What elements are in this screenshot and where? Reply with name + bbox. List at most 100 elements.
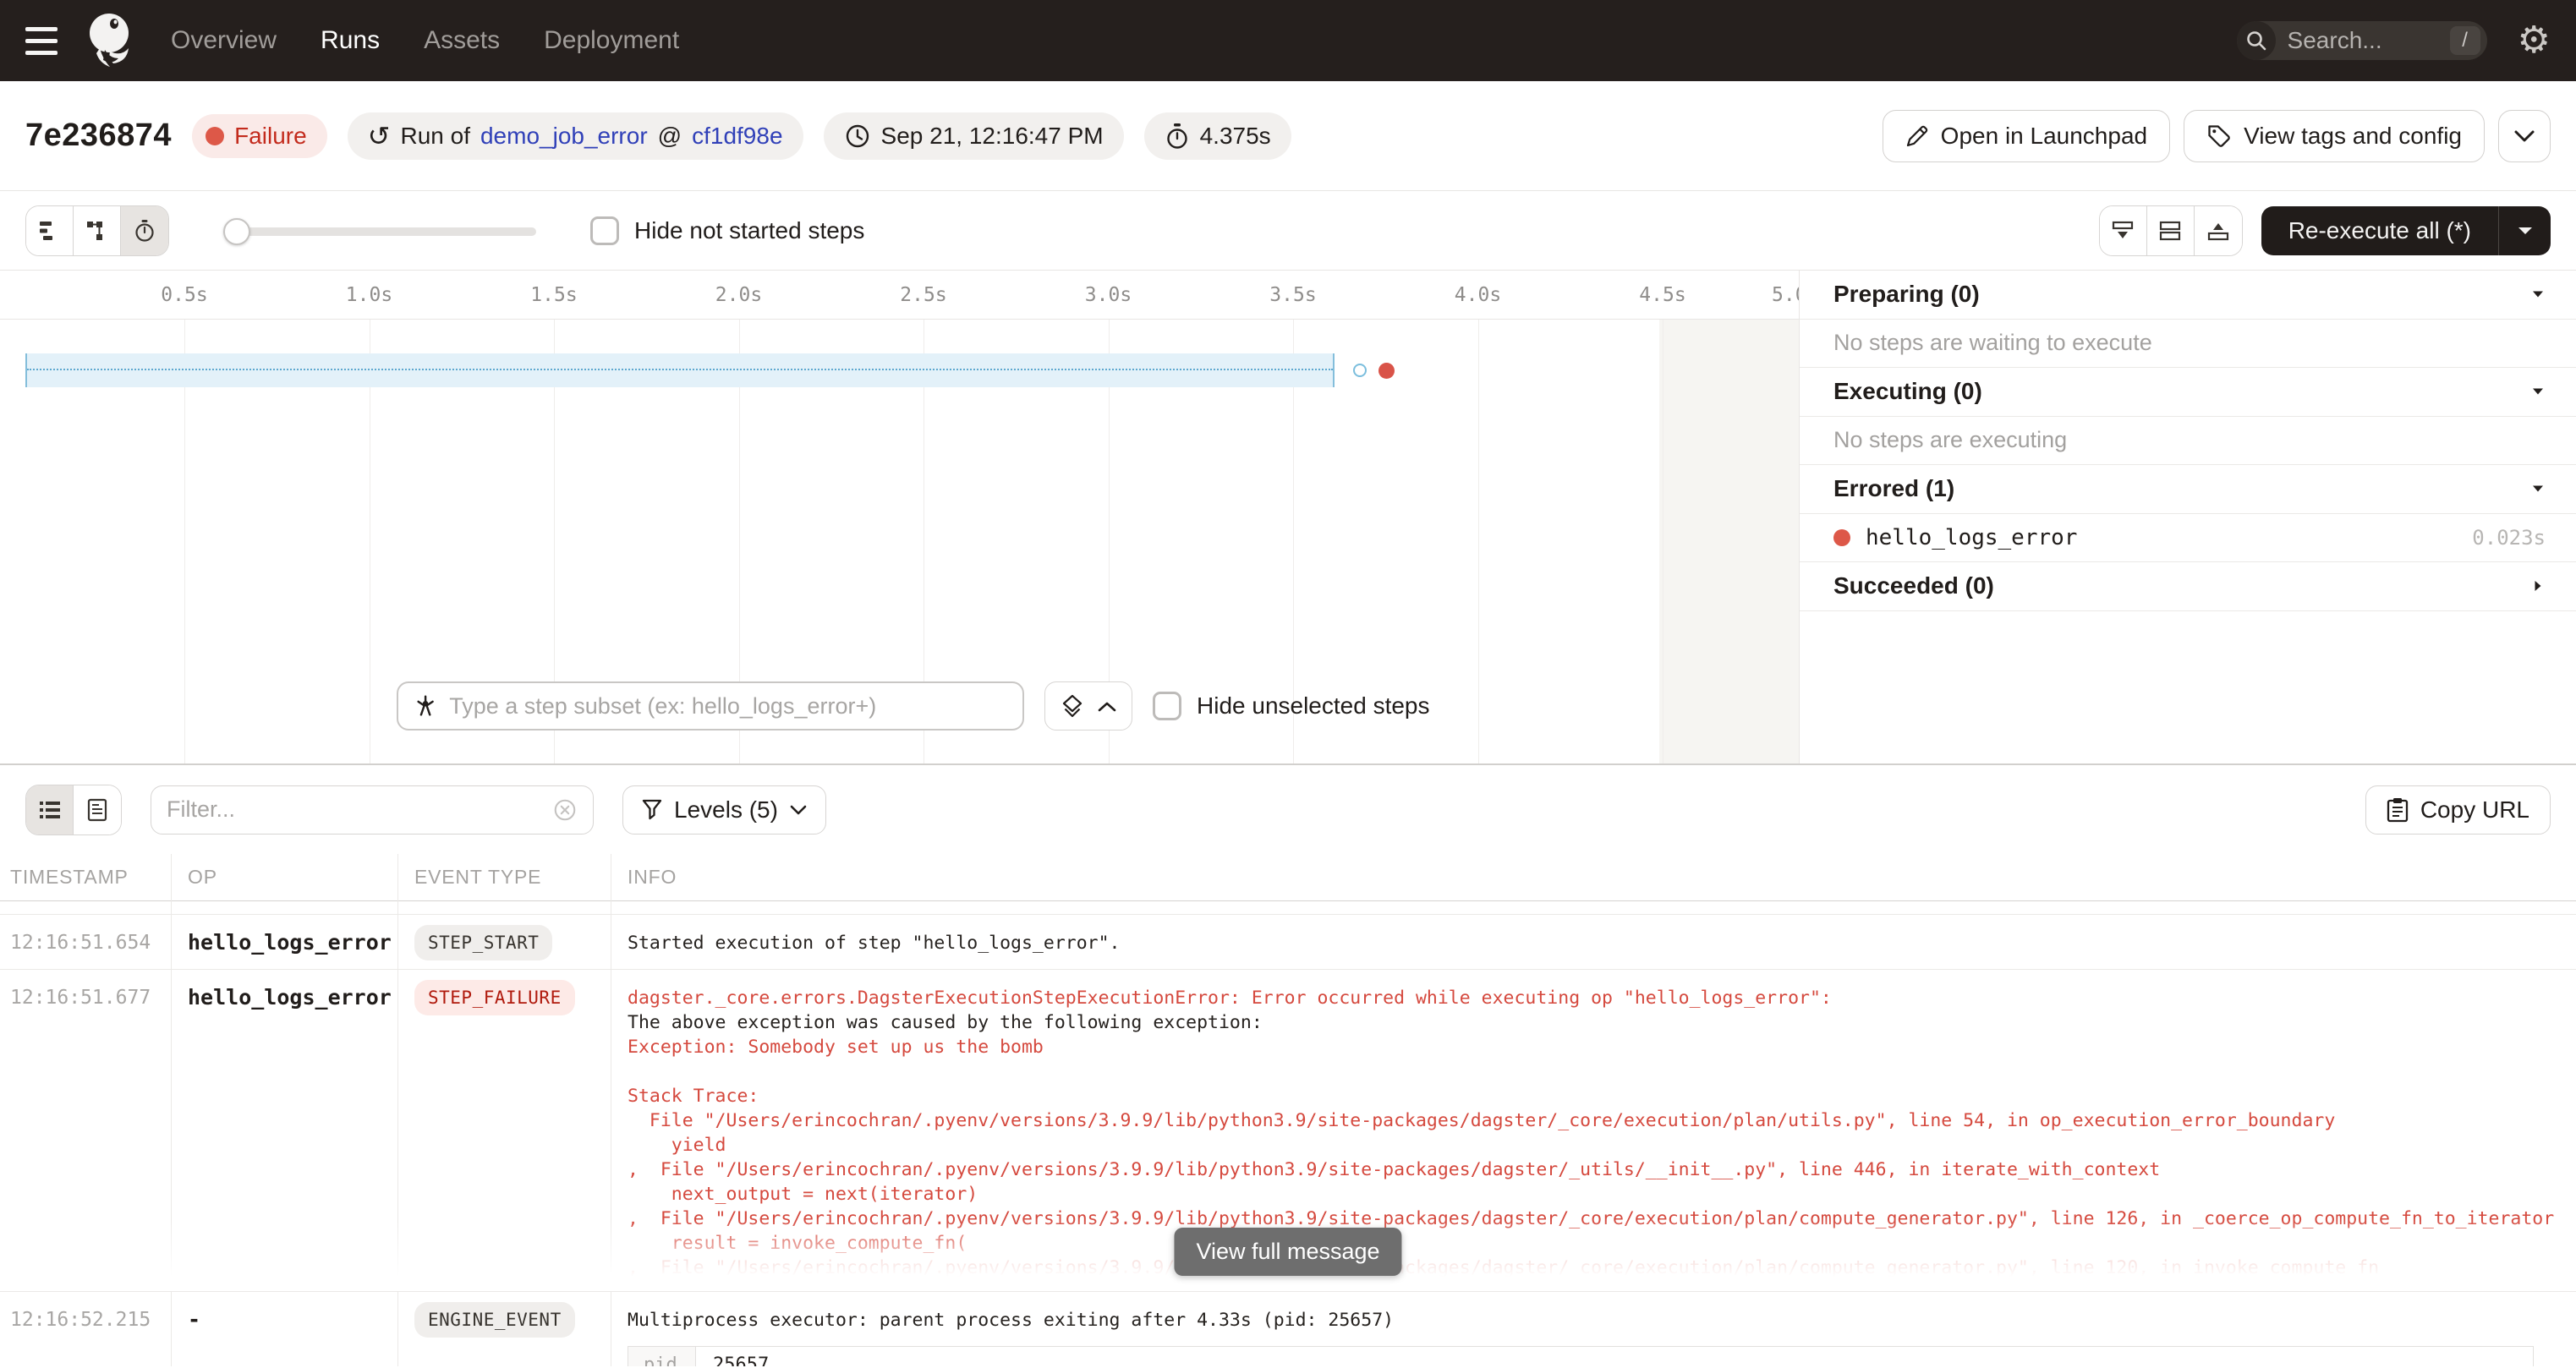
log-info-line: next_output = next(iterator) — [628, 1182, 2576, 1207]
gantt-time-axis: 0.5s1.0s1.5s2.0s2.5s3.0s3.5s4.0s4.5s5.0s — [0, 271, 1799, 320]
gantt-step-bar[interactable] — [25, 353, 1335, 387]
search-box[interactable]: / — [2237, 21, 2487, 60]
log-info-line: dagster._core.errors.DagsterExecutionSte… — [628, 986, 2576, 1010]
gantt-chart[interactable]: 0.5s1.0s1.5s2.0s2.5s3.0s3.5s4.0s4.5s5.0s… — [0, 271, 1800, 763]
panel-layout-group — [2099, 205, 2243, 256]
axis-tick-label: 1.0s — [346, 271, 392, 320]
nav-item-overview[interactable]: Overview — [171, 26, 277, 55]
dagster-logo[interactable] — [85, 11, 137, 70]
step-panel-section-title: Executing (0) — [1833, 378, 1982, 405]
hamburger-menu-icon[interactable] — [25, 19, 69, 63]
hide-not-started-checkbox-row[interactable]: Hide not started steps — [590, 216, 864, 245]
status-badge: Failure — [192, 114, 327, 158]
gantt-waterfall-view-button[interactable] — [74, 206, 121, 255]
event-type-badge: STEP_START — [414, 925, 552, 960]
gantt-flat-view-button[interactable] — [26, 206, 74, 255]
gantt-zoom-slider[interactable] — [223, 206, 536, 255]
step-name: hello_logs_error — [1866, 525, 2077, 550]
gantt-section: 0.5s1.0s1.5s2.0s2.5s3.0s3.5s4.0s4.5s5.0s… — [0, 271, 2576, 765]
step-panel-empty-text: No steps are waiting to execute — [1833, 330, 2152, 356]
log-info-line: , File "/Users/erincochran/.pyenv/versio… — [628, 1157, 2576, 1182]
slider-thumb[interactable] — [223, 218, 250, 245]
step-panel-section-header[interactable]: Executing (0) — [1800, 368, 2576, 417]
structured-log-view-button[interactable] — [26, 785, 74, 834]
log-table-row[interactable]: 12:16:51.654hello_logs_errorSTEP_STARTSt… — [0, 915, 2576, 970]
step-panel-section-header[interactable]: Succeeded (0) — [1800, 562, 2576, 611]
step-duration: 0.023s — [2472, 526, 2546, 550]
log-table-row[interactable]: 12:16:52.215-ENGINE_EVENTMultiprocess ex… — [0, 1292, 2576, 1366]
log-row-partial — [0, 901, 2576, 915]
chevron-down-icon — [2513, 129, 2535, 143]
step-subset-input[interactable] — [449, 693, 1007, 720]
hide-unselected-label: Hide unselected steps — [1197, 692, 1430, 720]
step-subset-input-box[interactable] — [397, 681, 1024, 731]
expand-top-panel-button[interactable] — [2195, 206, 2242, 255]
step-panel-empty-row: No steps are executing — [1800, 417, 2576, 466]
step-panel-section-title: Preparing (0) — [1833, 281, 1980, 308]
log-info-line: File "/Users/erincochran/.pyenv/versions… — [628, 1108, 2576, 1133]
caret-right-icon — [2530, 578, 2546, 594]
log-column-header: TIMESTAMP — [0, 866, 171, 889]
log-filter-box[interactable] — [151, 785, 594, 834]
run-actions-chevron-button[interactable] — [2498, 110, 2551, 162]
nav-item-runs[interactable]: Runs — [321, 26, 380, 55]
reexecute-dropdown-caret[interactable] — [2498, 206, 2551, 255]
metadata-value: 25657 — [696, 1347, 769, 1366]
log-column-header: EVENT TYPE — [397, 866, 611, 889]
op-selector-icon — [414, 693, 437, 719]
log-event-type-cell: ENGINE_EVENT — [397, 1292, 611, 1366]
log-info-line: The above exception was caused by the fo… — [628, 1010, 2576, 1035]
hide-not-started-checkbox[interactable] — [590, 216, 619, 245]
step-panel-section-header[interactable]: Preparing (0) — [1800, 271, 2576, 320]
event-type-badge: STEP_FAILURE — [414, 980, 575, 1015]
event-type-badge: ENGINE_EVENT — [414, 1302, 575, 1338]
top-nav: Overview Runs Assets Deployment / ⚙ — [0, 0, 2576, 81]
step-panel-section-header[interactable]: Errored (1) — [1800, 465, 2576, 514]
gantt-hover-band — [1659, 320, 1800, 763]
nav-items: Overview Runs Assets Deployment — [171, 26, 723, 55]
search-input[interactable] — [2276, 27, 2411, 54]
search-icon — [2237, 21, 2276, 60]
log-filter-input[interactable] — [167, 796, 552, 823]
gantt-progress-dotline — [27, 369, 1333, 370]
clipboard-icon — [2387, 797, 2409, 823]
clear-filter-icon[interactable] — [552, 796, 578, 824]
copy-url-button[interactable]: Copy URL — [2365, 785, 2551, 834]
log-info-line: yield — [628, 1133, 2576, 1157]
step-panel-step-row[interactable]: hello_logs_error 0.023s — [1800, 514, 2576, 563]
caret-down-icon — [2530, 384, 2546, 399]
snapshot-link[interactable]: cf1df98e — [692, 123, 782, 150]
nav-item-assets[interactable]: Assets — [424, 26, 500, 55]
pencil-icon — [1905, 124, 1929, 148]
hide-unselected-checkbox-row[interactable]: Hide unselected steps — [1153, 692, 1430, 720]
run-of-prefix: Run of — [400, 123, 470, 150]
reexecute-all-button[interactable]: Re-execute all (*) — [2261, 206, 2551, 255]
nav-item-deployment[interactable]: Deployment — [544, 26, 679, 55]
job-link[interactable]: demo_job_error — [480, 123, 648, 150]
gantt-timed-view-button[interactable] — [121, 206, 168, 255]
gantt-failure-marker — [1378, 363, 1395, 379]
axis-tick-label: 0.5s — [161, 271, 207, 320]
split-panels-button[interactable] — [2147, 206, 2195, 255]
log-info-cell: Started execution of step "hello_logs_er… — [611, 915, 2576, 969]
step-panel-empty-text: No steps are executing — [1833, 427, 2067, 453]
axis-tick-label: 3.0s — [1085, 271, 1132, 320]
gear-icon[interactable]: ⚙ — [2518, 22, 2551, 59]
log-timestamp: 12:16:52.215 — [0, 1292, 171, 1366]
graph-query-toggle-button[interactable] — [1044, 681, 1132, 731]
log-view-mode-group — [25, 785, 122, 835]
search-shortcut-key: / — [2450, 26, 2480, 55]
metadata-key: pid — [628, 1347, 696, 1366]
expand-bottom-panel-button[interactable] — [2100, 206, 2147, 255]
view-tags-config-button[interactable]: View tags and config — [2184, 110, 2485, 162]
view-full-message-button[interactable]: View full message — [1174, 1228, 1401, 1276]
axis-tick-label: 3.5s — [1269, 271, 1316, 320]
levels-dropdown-button[interactable]: Levels (5) — [622, 785, 826, 834]
hide-unselected-checkbox[interactable] — [1153, 692, 1181, 720]
log-toolbar: Levels (5) Copy URL — [0, 765, 2576, 854]
step-panel-section-title: Succeeded (0) — [1833, 572, 1994, 599]
raw-log-view-button[interactable] — [74, 785, 121, 834]
log-op-name: - — [171, 1292, 397, 1366]
run-id: 7e236874 — [25, 118, 172, 154]
open-in-launchpad-button[interactable]: Open in Launchpad — [1883, 110, 2170, 162]
